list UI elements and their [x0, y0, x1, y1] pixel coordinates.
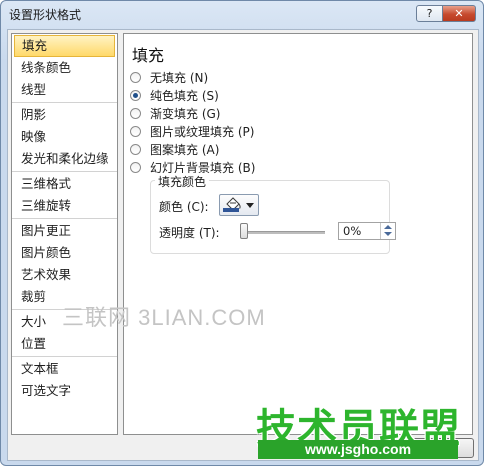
fill-option-label: 图片或纹理填充 (P) [150, 124, 255, 139]
nav-item[interactable]: 线型 [14, 79, 115, 101]
nav-item[interactable]: 艺术效果 [14, 264, 115, 286]
nav-item[interactable]: 三维格式 [14, 173, 115, 195]
color-label: 颜色 (C): [159, 200, 209, 214]
nav-group: 三维格式 三维旋转 [12, 172, 117, 219]
transparency-label: 透明度 (T): [159, 226, 220, 240]
fill-option-label: 无填充 (N) [150, 70, 209, 85]
fill-option-label: 纯色填充 (S) [150, 88, 219, 103]
transparency-value[interactable]: 0% [343, 224, 361, 238]
radio-button[interactable] [130, 125, 141, 137]
nav-item[interactable]: 文本框 [14, 358, 115, 380]
nav-group: 文本框 可选文字 [12, 357, 117, 403]
transparency-slider-track[interactable] [241, 231, 325, 234]
chevron-down-icon [246, 203, 254, 208]
fill-color-group: 填充颜色 颜色 (C): 透明度 (T): 0% [150, 173, 396, 254]
nav-item[interactable]: 阴影 [14, 104, 115, 126]
nav-item[interactable]: 填充 [14, 35, 115, 57]
nav-item[interactable]: 映像 [14, 126, 115, 148]
transparency-slider-thumb[interactable] [240, 223, 248, 239]
nav-item[interactable]: 三维旋转 [14, 195, 115, 217]
close-window-button[interactable]: ✕ [442, 5, 476, 22]
nav-group: 阴影 映像 发光和柔化边缘 [12, 103, 117, 172]
nav-group: 填充 线条颜色 线型 [12, 34, 117, 103]
nav-group: 图片更正 图片颜色 艺术效果 裁剪 [12, 219, 117, 310]
spinner-buttons[interactable] [380, 223, 395, 239]
fill-options: 无填充 (N) 纯色填充 (S) 渐变填充 (G) 图片或纹理填充 (P) 图案填充 (… [130, 68, 255, 176]
fill-option[interactable]: 无填充 (N) [130, 68, 255, 86]
fill-option[interactable]: 渐变填充 (G) [130, 104, 255, 122]
watermark-text: 三联网 3LIAN.COM [62, 305, 266, 330]
panel-heading: 填充 [132, 46, 165, 65]
fill-panel: 填充 无填充 (N) 纯色填充 (S) 渐变填充 (G) 图片或纹理填充 (P) 图案填… [123, 33, 473, 435]
nav-item[interactable]: 图片颜色 [14, 242, 115, 264]
help-button[interactable]: ? [416, 5, 443, 22]
radio-button[interactable] [130, 143, 141, 155]
fill-option-label: 渐变填充 (G) [150, 106, 221, 121]
radio-button[interactable] [130, 89, 141, 101]
fill-color-swatch [223, 208, 239, 212]
fill-option[interactable]: 图案填充 (A) [130, 140, 255, 158]
transparency-spinbox[interactable]: 0% [338, 222, 396, 240]
logo-url-text: www.jsgho.com [258, 440, 458, 459]
fill-color-group-title: 填充颜色 [155, 173, 210, 190]
nav-item[interactable]: 发光和柔化边缘 [14, 148, 115, 170]
fill-option-label: 图案填充 (A) [150, 142, 220, 157]
radio-button[interactable] [130, 161, 141, 173]
spin-down-icon[interactable] [384, 232, 392, 236]
spin-up-icon[interactable] [384, 225, 392, 229]
nav-item[interactable]: 线条颜色 [14, 57, 115, 79]
fill-option[interactable]: 纯色填充 (S) [130, 86, 255, 104]
fill-option[interactable]: 图片或纹理填充 (P) [130, 122, 255, 140]
site-logo: 技术员联盟 www.jsgho.com [252, 394, 484, 464]
nav-item[interactable]: 图片更正 [14, 220, 115, 242]
nav-item[interactable]: 位置 [14, 333, 115, 355]
radio-button[interactable] [130, 71, 141, 83]
dialog-title: 设置形状格式 [9, 8, 82, 22]
category-list: 填充 线条颜色 线型 阴影 映像 发光和柔化边缘 三维格式 三维旋转 图片更正 图片颜色 艺术效果裁… [11, 33, 118, 435]
nav-item[interactable]: 可选文字 [14, 380, 115, 402]
radio-button[interactable] [130, 107, 141, 119]
color-picker-button[interactable] [219, 194, 259, 216]
title-bar[interactable]: 设置形状格式 ? ✕ [1, 1, 483, 29]
